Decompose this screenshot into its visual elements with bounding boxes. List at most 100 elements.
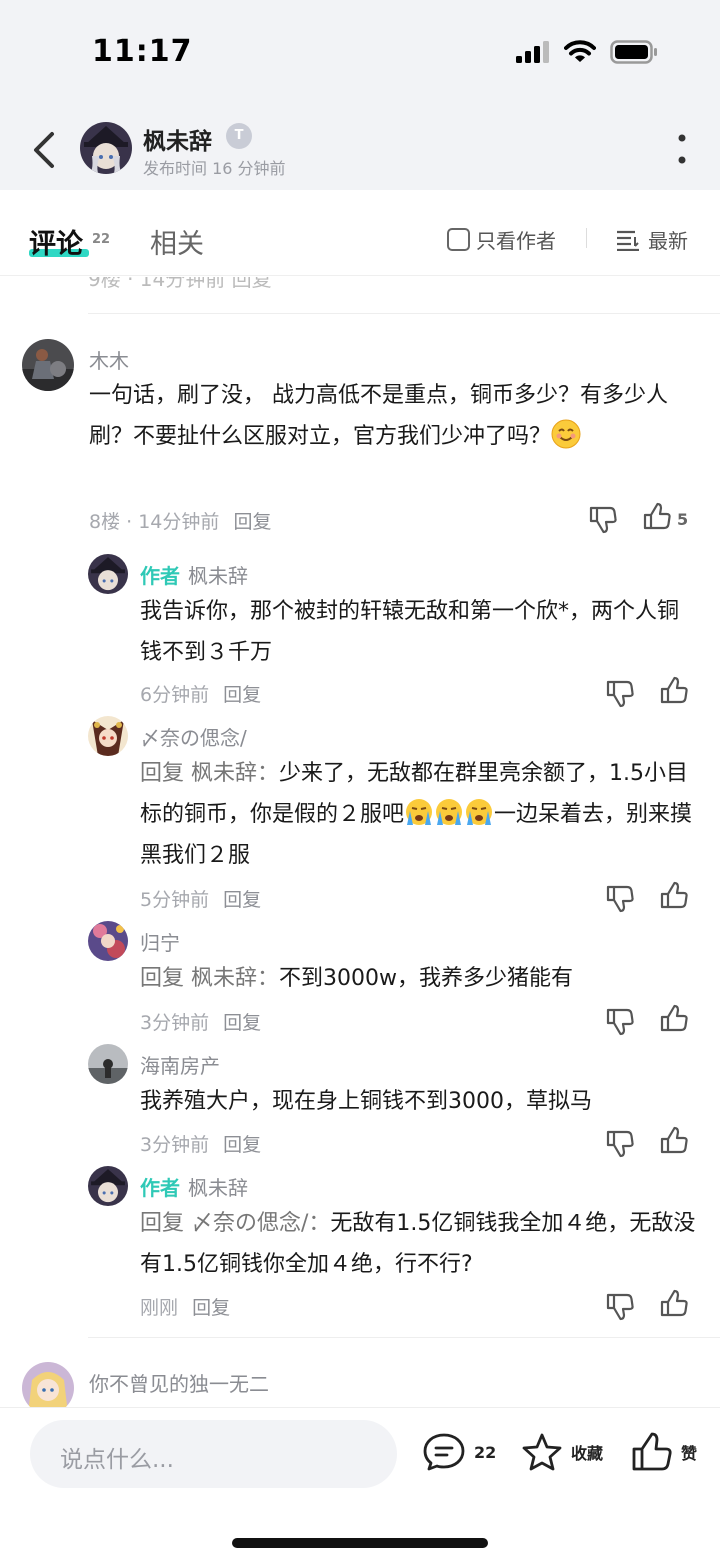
comment-input-placeholder: 说点什么... (60, 1447, 174, 1473)
reply-time: 3分钟前 (140, 1012, 210, 1034)
reply-time: 3分钟前 (140, 1134, 210, 1156)
tab-divider (586, 228, 587, 248)
status-bar: 11:17 (0, 0, 720, 108)
reply-username[interactable]: 作者 枫未辞 (140, 1172, 248, 1201)
reply-username[interactable]: 作者 枫未辞 (140, 560, 248, 589)
dislike-icon[interactable] (588, 504, 618, 534)
reply-text: 回复 枫未辞：少来了，无敌都在群里亮余额了，1.5小目标的铜币，你是假的２服吧一… (140, 753, 700, 876)
user-avatar[interactable] (22, 339, 74, 391)
reply-text-content: 不到3000w，我养多少猪能有 (279, 966, 573, 991)
author-tag: 作者 (140, 1176, 180, 1200)
reply-button[interactable]: 回复 (223, 1134, 261, 1156)
reply-button[interactable]: 回复 (233, 511, 271, 533)
reply-username[interactable]: 〆奈の偲念/ (140, 722, 247, 751)
more-options-icon[interactable] (672, 130, 692, 170)
like-icon[interactable] (659, 1289, 689, 1319)
favorite-label: 收藏 (571, 1444, 604, 1463)
like-icon[interactable] (659, 1126, 689, 1156)
comment-count-button[interactable]: 22 (422, 1432, 496, 1472)
comment-bubble-icon (423, 1433, 465, 1471)
reply-avatar[interactable] (88, 1044, 128, 1084)
sort-label: 最新 (648, 229, 688, 253)
reply-time: 5分钟前 (140, 889, 210, 911)
bottom-action-bar: 说点什么... 22 收藏 赞 (0, 1407, 720, 1561)
reply-username-text: 枫未辞 (188, 564, 248, 588)
comment-username[interactable]: 你不曾见的独一无二 (89, 1368, 269, 1397)
tab-bar: 评论 22 相关 只看作者 最新 (0, 190, 720, 276)
dislike-icon[interactable] (605, 883, 635, 913)
reply-button[interactable]: 回复 (223, 889, 261, 911)
previous-comment-meta: 9楼 · 14分钟前 回复 (0, 277, 720, 291)
reply-button[interactable]: 回复 (223, 1012, 261, 1034)
reply-button[interactable]: 回复 (223, 684, 261, 706)
battery-icon (610, 40, 657, 64)
only-author-label: 只看作者 (476, 229, 556, 253)
reply-username-text: 枫未辞 (188, 1176, 248, 1200)
checkbox-icon[interactable] (447, 228, 470, 251)
like-icon[interactable] (642, 502, 672, 532)
reply-to-prefix[interactable]: 回复 〆奈の偲念/： (140, 1211, 330, 1236)
reply-avatar[interactable] (88, 554, 128, 594)
status-icons (516, 40, 658, 64)
reply-meta: 6分钟前 回复 (140, 680, 261, 707)
reply-to-prefix[interactable]: 回复 枫未辞： (140, 966, 279, 991)
reply-avatar[interactable] (88, 921, 128, 961)
status-time: 11:17 (92, 34, 193, 69)
reply-time: 6分钟前 (140, 684, 210, 706)
comment-floor-time: 8楼 · 14分钟前 (89, 511, 220, 533)
author-tag: 作者 (140, 564, 180, 588)
reply-text: 我养殖大户，现在身上铜钱不到3000，草拟马 (140, 1089, 592, 1114)
comment-text-content: 一句话，刷了没， 战力高低不是重点，铜币多少？有多少人刷？不要扯什么区服对立，官… (89, 383, 668, 449)
reply-avatar[interactable] (88, 1166, 128, 1206)
like-icon[interactable] (659, 676, 689, 706)
tab-comments[interactable]: 评论 (29, 222, 83, 261)
home-indicator (232, 1538, 488, 1548)
comment-input[interactable]: 说点什么... (30, 1420, 397, 1488)
reply-avatar[interactable] (88, 716, 128, 756)
dislike-icon[interactable] (605, 1128, 635, 1158)
like-icon[interactable] (659, 881, 689, 911)
sort-button[interactable]: 最新 (616, 225, 688, 254)
favorite-button[interactable]: 收藏 (521, 1432, 603, 1472)
tab-related[interactable]: 相关 (150, 222, 204, 261)
crying-emoji-icon (436, 799, 463, 825)
like-post-button[interactable]: 赞 (631, 1432, 697, 1472)
crying-emoji-icon (466, 799, 493, 825)
reply-meta: 5分钟前 回复 (140, 885, 261, 912)
reply-text: 回复 枫未辞：不到3000w，我养多少猪能有 (140, 958, 700, 999)
like-count: 5 (677, 510, 689, 529)
tab-comments-count: 22 (92, 232, 111, 247)
author-avatar[interactable] (80, 122, 132, 174)
back-arrow-icon[interactable] (26, 128, 62, 172)
author-name[interactable]: 枫未辞 (143, 122, 212, 156)
level-badge: T (226, 123, 252, 149)
comment-text: 一句话，刷了没， 战力高低不是重点，铜币多少？有多少人刷？不要扯什么区服对立，官… (89, 375, 699, 457)
reply-time: 刚刚 (140, 1297, 179, 1319)
crying-emoji-icon (406, 799, 433, 825)
wifi-icon (564, 40, 596, 62)
dislike-icon[interactable] (605, 1291, 635, 1321)
comment-meta: 8楼 · 14分钟前 回复 (89, 507, 271, 534)
star-icon (522, 1433, 562, 1471)
sort-list-icon (617, 230, 639, 251)
reply-meta: 3分钟前 回复 (140, 1130, 261, 1157)
dislike-icon[interactable] (605, 1006, 635, 1036)
smiling-emoji-icon (551, 419, 581, 449)
reply-username[interactable]: 归宁 (140, 927, 180, 956)
like-icon[interactable] (659, 1004, 689, 1034)
reply-meta: 3分钟前 回复 (140, 1008, 261, 1035)
reply-text: 回复 〆奈の偲念/：无敌有1.5亿铜钱我全加４绝，无敌没有1.5亿铜钱你全加４绝… (140, 1203, 700, 1285)
thumbs-up-icon (632, 1432, 672, 1471)
post-header: 枫未辞 T 发布时间 16 分钟前 (0, 108, 720, 190)
comment-username[interactable]: 木木 (89, 345, 129, 374)
publish-time: 发布时间 16 分钟前 (143, 159, 286, 178)
only-author-toggle[interactable]: 只看作者 (447, 225, 556, 254)
reply-button[interactable]: 回复 (192, 1297, 230, 1319)
comment-separator (88, 313, 720, 314)
previous-comment-meta-text: 9楼 · 14分钟前 回复 (88, 277, 272, 291)
like-label: 赞 (681, 1444, 698, 1463)
reply-username[interactable]: 海南房产 (140, 1050, 220, 1079)
comment-count: 22 (474, 1442, 497, 1462)
reply-to-prefix[interactable]: 回复 枫未辞： (140, 761, 279, 786)
dislike-icon[interactable] (605, 678, 635, 708)
